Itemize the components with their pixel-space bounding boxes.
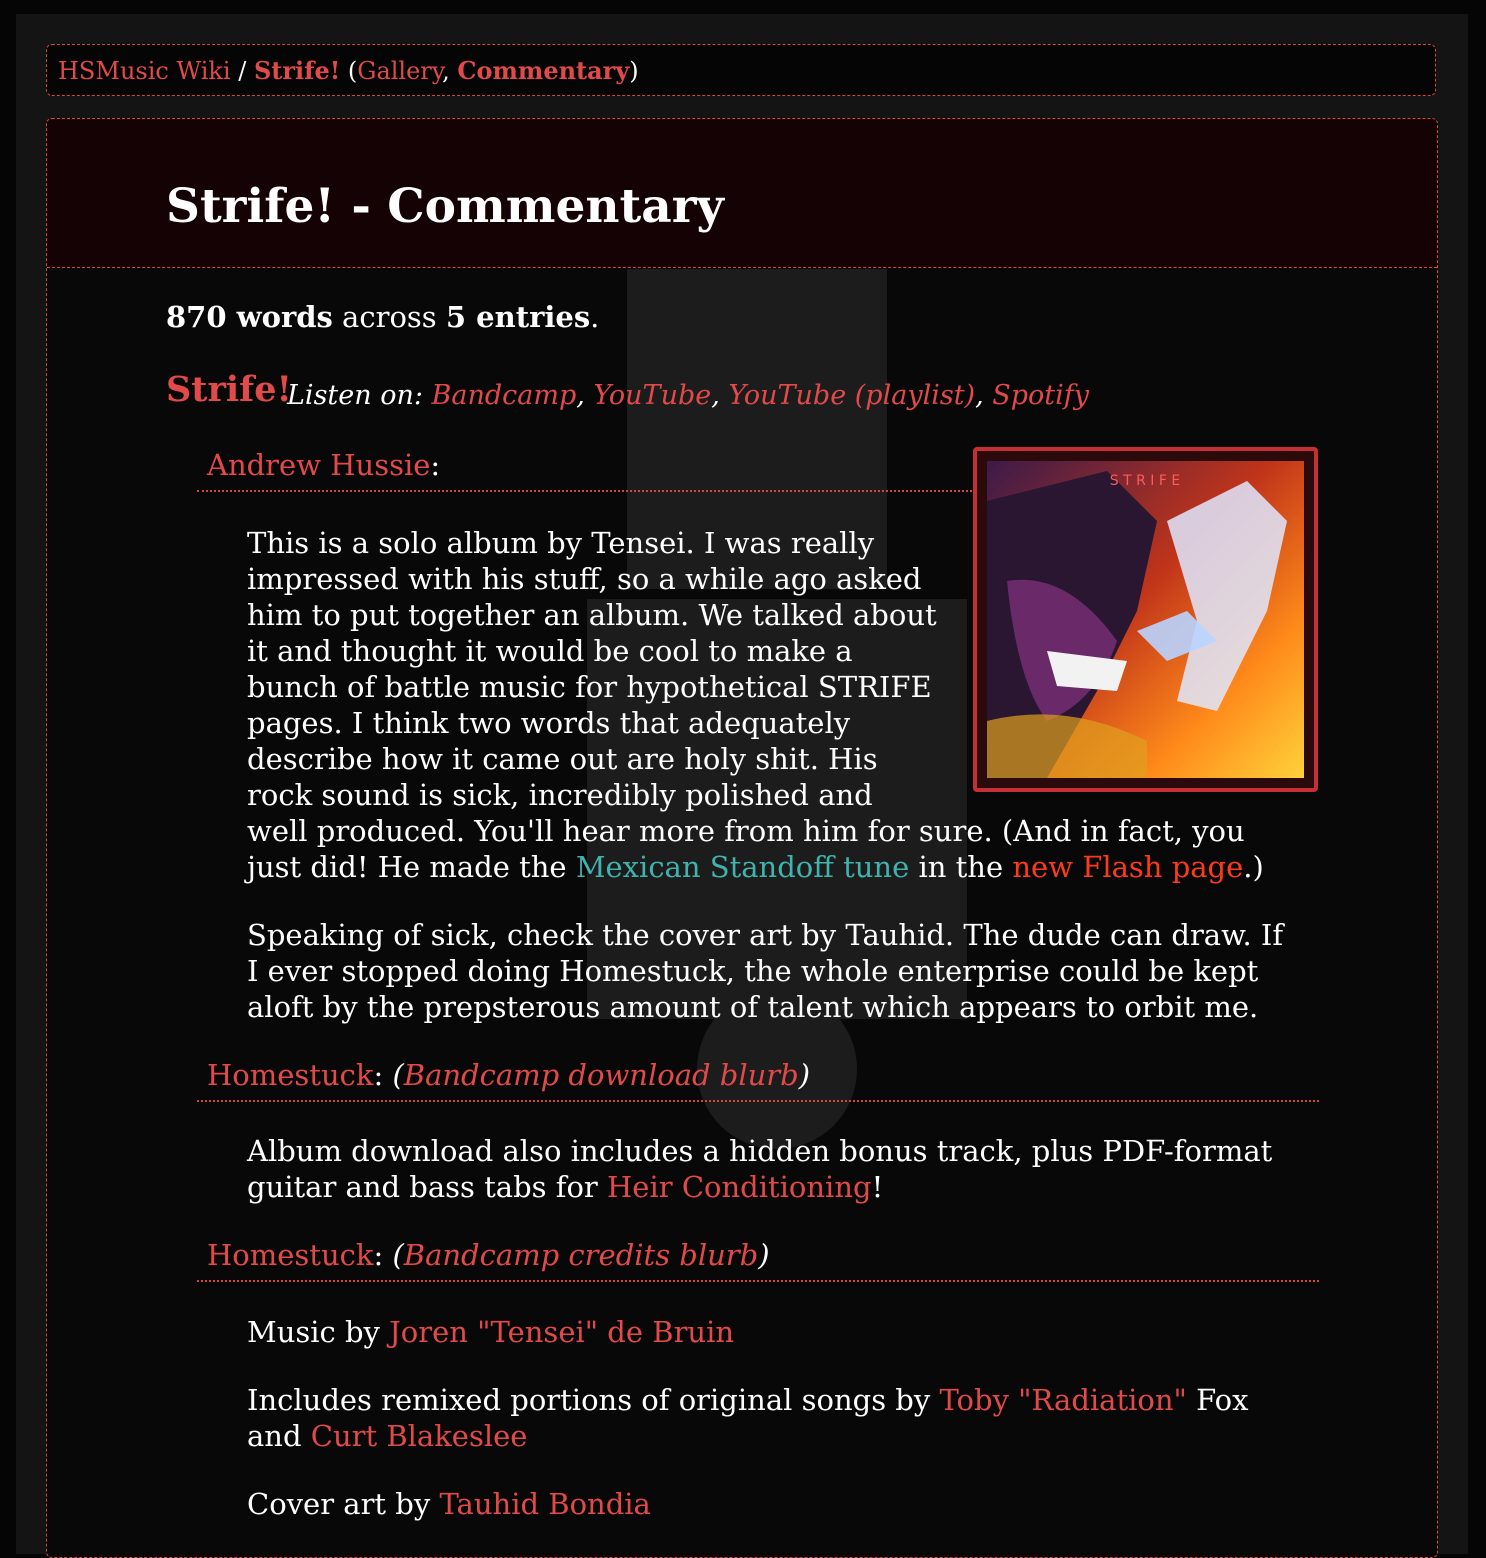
commentary-text: .) <box>1243 850 1264 884</box>
listen-youtube-link[interactable]: YouTube <box>593 380 711 411</box>
breadcrumb-gallery-link[interactable]: Gallery <box>357 57 442 85</box>
entry-source-link[interactable]: Bandcamp download blurb <box>404 1058 799 1092</box>
commentary-text: Music by <box>247 1315 390 1349</box>
cover-art-letters: S T R I F E <box>1110 473 1180 489</box>
word-count-across: across <box>332 300 446 334</box>
commentary-entry-heading: Andrew Hussie: <box>197 447 972 492</box>
entry-artist-link[interactable]: Homestuck <box>207 1058 373 1092</box>
commentary-text: Cover art by <box>247 1487 440 1521</box>
breadcrumb-paren-close: ) <box>629 57 639 85</box>
listen-bandcamp-link[interactable]: Bandcamp <box>432 380 577 411</box>
album-title-link[interactable]: Strife! <box>166 372 292 408</box>
entry-count: 5 entries <box>445 300 591 334</box>
listen-youtube-playlist-link[interactable]: YouTube (playlist) <box>728 380 975 411</box>
commentary-text: in the <box>909 850 1013 884</box>
commentary-text: Includes remixed portions of original so… <box>247 1383 940 1417</box>
commentary-paragraph: Speaking of sick, check the cover art by… <box>247 918 1284 1024</box>
breadcrumb-album-link[interactable]: Strife! <box>253 56 341 85</box>
breadcrumb-wiki-link[interactable]: HSMusic Wiki <box>58 57 231 85</box>
cover-float-spacer <box>937 525 1287 795</box>
entry-source: (Bandcamp download blurb) <box>392 1058 811 1092</box>
credits-remix-line: Includes remixed portions of original so… <box>247 1382 1287 1454</box>
commentary-paragraph: This is a solo album by Tensei. I was re… <box>247 525 1287 885</box>
commentary-paragraph-text: This is a solo album by Tensei. I was re… <box>247 525 1287 885</box>
tauhid-bondia-link[interactable]: Tauhid Bondia <box>439 1487 650 1521</box>
breadcrumb-commentary-link[interactable]: Commentary <box>457 56 630 85</box>
breadcrumb-separator: / <box>230 57 254 85</box>
credits-cover-art-line: Cover art by Tauhid Bondia <box>247 1486 1287 1522</box>
word-count-summary: 870 words across 5 entries. <box>166 299 599 335</box>
breadcrumb-comma: , <box>442 57 458 85</box>
tensei-artist-link[interactable]: Joren "Tensei" de Bruin <box>389 1315 734 1349</box>
listen-on-links: Listen on: Bandcamp, YouTube, YouTube (p… <box>287 380 1090 411</box>
commentary-text: ! <box>871 1170 884 1204</box>
toby-fox-link[interactable]: Toby "Radiation" <box>939 1383 1186 1417</box>
commentary-entry-heading: Homestuck: (Bandcamp download blurb) <box>197 1057 1319 1102</box>
breadcrumb-commentary-label: Commentary <box>457 56 630 85</box>
main-content: Strife! - Commentary 870 words across 5 … <box>46 118 1438 1558</box>
curt-blakeslee-link[interactable]: Curt Blakeslee <box>311 1419 528 1453</box>
entry-artist-link[interactable]: Homestuck <box>207 1238 373 1272</box>
listen-on-label: Listen on: <box>287 380 432 411</box>
breadcrumb-album-label: Strife! <box>253 56 341 85</box>
page-title: Strife! - Commentary <box>166 179 724 234</box>
entry-colon: : <box>373 1238 393 1272</box>
word-count-period: . <box>590 300 600 334</box>
word-count: 870 words <box>166 300 333 334</box>
breadcrumb: HSMusic Wiki / Strife! (Gallery, Comment… <box>46 44 1436 96</box>
listen-spotify-link[interactable]: Spotify <box>992 380 1089 411</box>
commentary-entry-heading: Homestuck: (Bandcamp credits blurb) <box>197 1237 1319 1282</box>
page-header: Strife! - Commentary <box>47 119 1437 268</box>
mexican-standoff-link[interactable]: Mexican Standoff tune <box>576 850 909 884</box>
breadcrumb-paren-open: ( <box>340 57 358 85</box>
credits-music-line: Music by Joren "Tensei" de Bruin <box>247 1314 1287 1350</box>
entry-colon: : <box>373 1058 393 1092</box>
entry-source: (Bandcamp credits blurb) <box>392 1238 770 1272</box>
commentary-paragraph: Album download also includes a hidden bo… <box>247 1133 1307 1205</box>
entry-colon: : <box>430 448 441 482</box>
entry-source-link[interactable]: Bandcamp credits blurb <box>404 1238 758 1272</box>
new-flash-page-link[interactable]: new Flash page <box>1012 850 1243 884</box>
heir-conditioning-link[interactable]: Heir Conditioning <box>607 1170 872 1204</box>
entry-artist-link[interactable]: Andrew Hussie <box>207 448 430 482</box>
